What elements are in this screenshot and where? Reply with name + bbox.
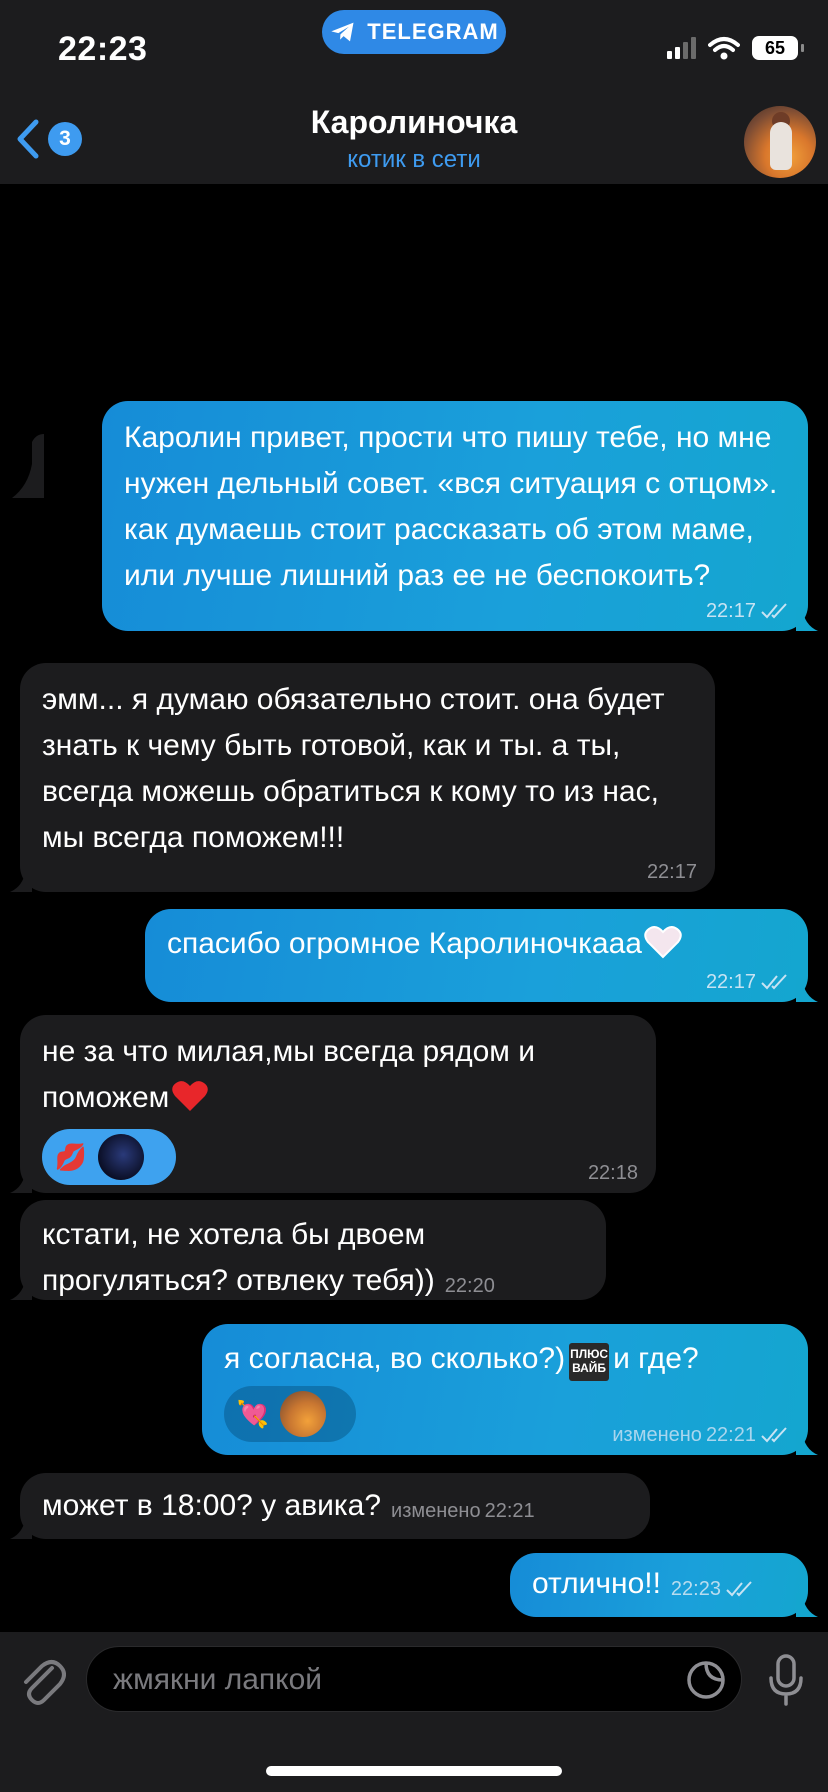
status-icons: 65 [667, 36, 804, 60]
message-input-box[interactable] [86, 1646, 742, 1713]
bubble-tail [10, 868, 32, 892]
bubble-tail [796, 1431, 818, 1455]
message-text: кстати, не хотела бы двоем прогуляться? … [42, 1218, 435, 1297]
message-input[interactable] [111, 1647, 675, 1713]
message-meta: изменено 22:21 [612, 1425, 790, 1445]
message-text: Каролин привет, прости что пишу тебе, но… [124, 421, 778, 592]
message-meta: 22:17 [706, 972, 790, 992]
contact-avatar[interactable] [744, 106, 816, 178]
message-text: я согласна, во сколько?) [224, 1342, 566, 1375]
message-list[interactable]: Каролин привет, прости что пишу тебе, но… [0, 184, 828, 1632]
message-incoming[interactable]: эмм... я думаю обязательно стоит. она бу… [10, 663, 715, 892]
message-time: 22:20 [444, 1275, 495, 1297]
status-time: 22:23 [58, 30, 148, 68]
message-outgoing[interactable]: Каролин привет, прости что пишу тебе, но… [102, 401, 818, 631]
message-time: 22:21 [484, 1500, 535, 1522]
double-check-icon [726, 1581, 752, 1597]
message-text: может в 18:00? у авика? [42, 1489, 382, 1522]
message-meta: изменено 22:21 [391, 1501, 535, 1521]
microphone-icon[interactable] [766, 1652, 806, 1708]
message-incoming[interactable]: не за что милая,мы всегда рядом и поможе… [10, 1015, 656, 1193]
telegram-pill-label: TELEGRAM [367, 19, 499, 44]
bubble-tail [10, 1515, 32, 1539]
edited-label: изменено [612, 1424, 702, 1446]
bubble-tail [10, 1169, 32, 1193]
message-time: 22:17 [646, 861, 697, 883]
sticker-icon[interactable] [685, 1659, 727, 1701]
message-text: не за что милая,мы всегда рядом и поможе… [42, 1035, 535, 1114]
message-meta: 22:23 [671, 1579, 755, 1599]
cellular-signal-icon [667, 37, 696, 59]
message-meta: 22:17 [706, 601, 790, 621]
telegram-pill[interactable]: TELEGRAM [322, 10, 506, 54]
message-time: 22:17 [705, 971, 756, 993]
reaction-avatar[interactable] [98, 1134, 144, 1180]
message-meta: 22:17 [647, 862, 697, 882]
reaction-avatar[interactable] [280, 1391, 326, 1437]
message-outgoing[interactable]: отлично!! 22:23 [510, 1553, 818, 1617]
heart-arrow-icon[interactable]: 💘 [230, 1391, 276, 1437]
message-time: 22:18 [587, 1162, 638, 1184]
edited-label: изменено [391, 1500, 481, 1522]
home-indicator [266, 1766, 562, 1776]
message-meta: 22:20 [445, 1276, 495, 1296]
plus-vibe-sticker: ПЛЮС ВАЙБ [569, 1343, 610, 1381]
message-text: спасибо огромное Каролиночкааа [167, 927, 642, 960]
bubble-tail [796, 1593, 818, 1617]
message-incoming[interactable]: может в 18:00? у авика? изменено 22:21 [10, 1473, 650, 1539]
wifi-icon [708, 37, 740, 60]
kiss-mark-icon[interactable]: 💋 [48, 1134, 94, 1180]
paperclip-icon[interactable] [18, 1654, 66, 1710]
bubble-tail-fragment [12, 434, 44, 498]
chat-title[interactable]: Каролиночка [0, 104, 828, 141]
red-heart-icon [172, 1081, 209, 1111]
message-time: 22:23 [670, 1578, 721, 1600]
message-outgoing[interactable]: я согласна, во сколько?) ПЛЮС ВАЙБ и где? … [202, 1324, 818, 1455]
message-outgoing[interactable]: спасибо огромное Каролиночкааа 22:17 [145, 909, 818, 1002]
bubble-tail [796, 978, 818, 1002]
telegram-plane-icon [331, 22, 354, 42]
bubble-tail [796, 607, 818, 631]
status-bar: 22:23 TELEGRAM 65 [0, 0, 828, 100]
message-incoming[interactable]: кстати, не хотела бы двоем прогуляться? … [10, 1200, 606, 1300]
battery-icon: 65 [752, 36, 804, 60]
composer-bar [0, 1632, 828, 1792]
reactions-bar[interactable]: 💘 [224, 1386, 356, 1442]
message-time: 22:17 [705, 600, 756, 622]
message-meta: 22:18 [588, 1163, 638, 1183]
chat-status: котик в сети [347, 146, 481, 173]
double-check-icon [761, 603, 787, 619]
double-check-icon [761, 974, 787, 990]
reactions-bar[interactable]: 💋 [42, 1129, 176, 1185]
chat-header: 3 Каролиночка котик в сети [0, 100, 828, 184]
message-text: и где? [613, 1342, 699, 1375]
double-check-icon [761, 1427, 787, 1443]
heart-white-icon [644, 926, 682, 959]
message-time: 22:21 [705, 1424, 756, 1446]
message-text: эмм... я думаю обязательно стоит. она бу… [42, 683, 665, 854]
bubble-tail [10, 1276, 32, 1300]
message-text: отлично!! [532, 1567, 661, 1600]
